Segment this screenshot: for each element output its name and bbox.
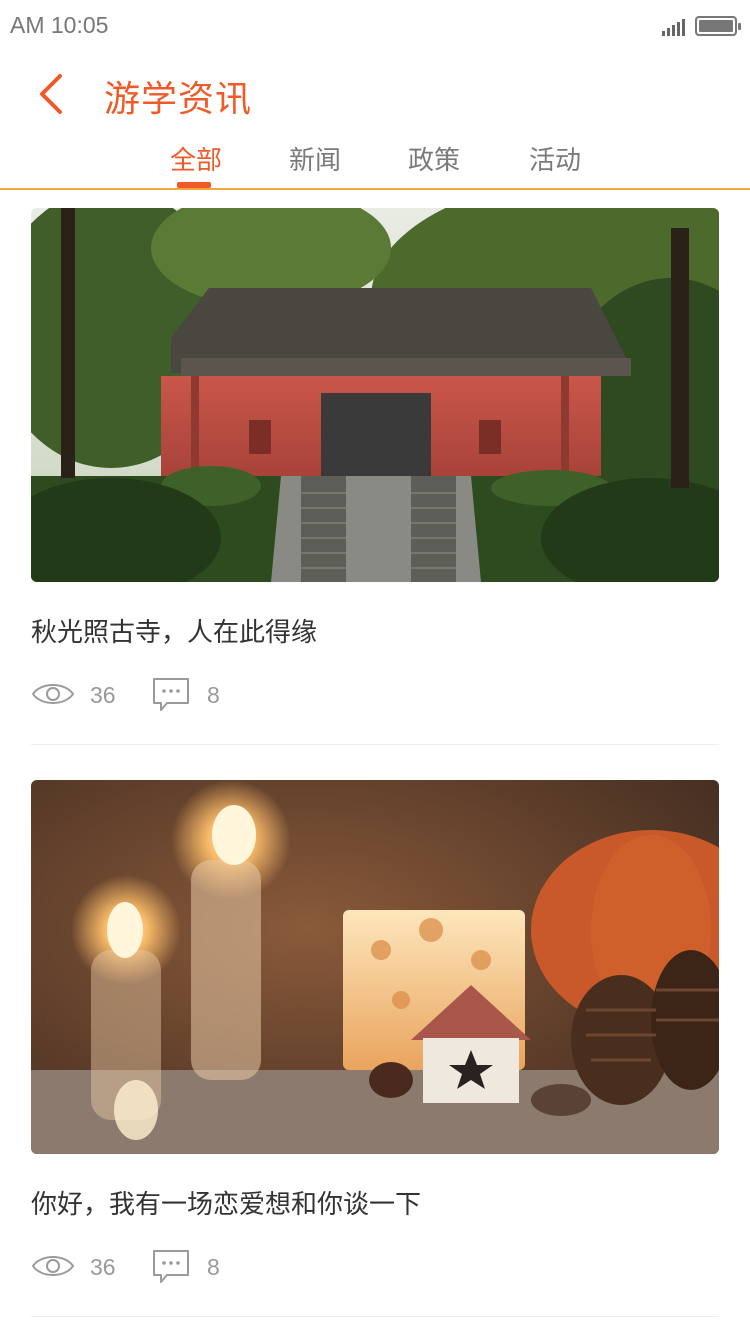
divider: [31, 744, 719, 745]
eye-icon: [31, 684, 75, 704]
article-meta: 36 8: [31, 1250, 431, 1290]
view-count: 36: [90, 1254, 116, 1280]
comment-count: 8: [207, 1254, 220, 1280]
tab-news[interactable]: 新闻: [260, 140, 370, 177]
page-title: 游学资讯: [104, 79, 253, 120]
view-count: 36: [90, 682, 116, 708]
back-button[interactable]: [28, 70, 76, 118]
signal-icon: [662, 18, 688, 36]
temple-photo: [31, 208, 719, 582]
article-meta: 36 8: [31, 678, 431, 718]
candles-photo: [31, 780, 719, 1154]
status-bar: AM 10:05: [0, 0, 750, 54]
comment-icon[interactable]: [151, 1248, 191, 1286]
comment-icon[interactable]: [151, 676, 191, 714]
nav-bar: 游学资讯: [0, 54, 750, 132]
tab-bar: 全部 新闻 政策 活动: [0, 132, 750, 190]
article-image[interactable]: [31, 208, 719, 582]
tab-active-indicator: [177, 182, 211, 188]
tab-policy[interactable]: 政策: [379, 140, 489, 177]
tab-all[interactable]: 全部: [141, 140, 251, 177]
eye-icon: [31, 1256, 75, 1276]
battery-icon: [695, 16, 741, 36]
article-title[interactable]: 秋光照古寺，人在此得缘: [31, 612, 317, 649]
chevron-left-icon: [40, 74, 62, 114]
status-time: AM 10:05: [10, 12, 109, 38]
comment-count: 8: [207, 682, 220, 708]
article-title[interactable]: 你好，我有一场恋爱想和你谈一下: [31, 1184, 421, 1221]
article-image[interactable]: [31, 780, 719, 1154]
divider: [31, 1316, 719, 1317]
tab-events[interactable]: 活动: [500, 140, 610, 177]
